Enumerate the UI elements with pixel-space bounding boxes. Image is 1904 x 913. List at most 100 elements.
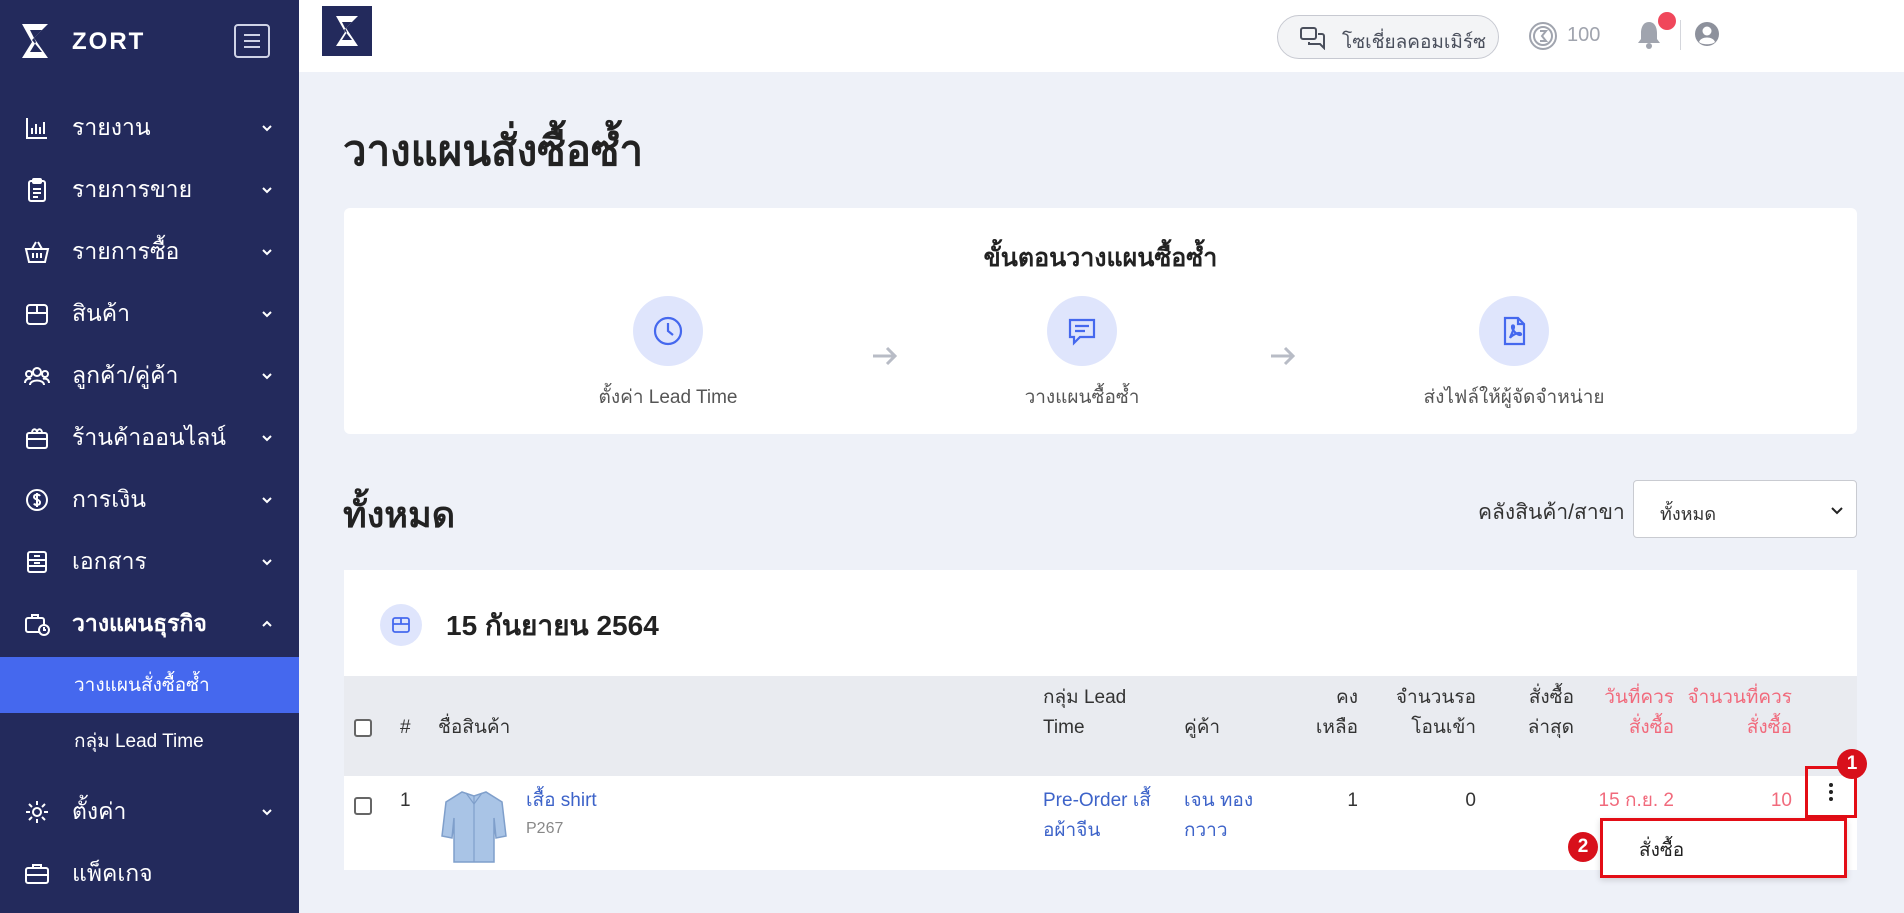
topbar: โซเชี่ยลคอมเมิร์ซ 100 bbox=[299, 0, 1904, 72]
dollar-icon bbox=[26, 489, 48, 511]
notification-dot bbox=[1658, 12, 1676, 30]
brand-name: ZORT bbox=[72, 28, 146, 55]
column-header-last-order-line2: ล่าสุด bbox=[1527, 717, 1574, 738]
sidebar-item-finance[interactable]: การเงิน bbox=[0, 469, 299, 531]
users-icon bbox=[24, 367, 50, 386]
step-send-file: ส่งไฟล์ให้ผู้จัดจำหน่าย bbox=[1384, 296, 1644, 412]
arrow-right-icon bbox=[873, 346, 898, 366]
steps-card: ขั้นตอนวางแผนซื้อซ้ำ ตั้งค่า Lead Time ว… bbox=[344, 208, 1857, 434]
step-reorder-plan: วางแผนซื้อซ้ำ bbox=[952, 296, 1212, 412]
sidebar-item-sales[interactable]: รายการขาย bbox=[0, 159, 299, 221]
warehouse-filter-select[interactable]: ทั้งหมด bbox=[1633, 480, 1857, 538]
sidebar-item-products[interactable]: สินค้า bbox=[0, 283, 299, 345]
store-icon bbox=[26, 428, 48, 449]
sidebar-item-package[interactable]: แพ็คเกจ bbox=[0, 843, 299, 905]
chevron-down-icon bbox=[262, 249, 272, 256]
sidebar-item-settings[interactable]: ตั้งค่า bbox=[0, 781, 299, 843]
order-qty: 10 bbox=[1770, 790, 1792, 811]
chevron-down-icon bbox=[262, 187, 272, 194]
chevron-down-icon bbox=[262, 125, 272, 132]
column-header-incoming-line2: โอนเข้า bbox=[1411, 717, 1476, 738]
table-header: # ชื่อสินค้า กลุ่ม Lead Time คู่ค้า คง เ… bbox=[344, 676, 1857, 776]
steps-title: ขั้นตอนวางแผนซื้อซ้ำ bbox=[983, 244, 1218, 272]
column-header-order-date: วันที่ควร bbox=[1604, 687, 1674, 708]
incoming-qty: 0 bbox=[1465, 790, 1476, 811]
column-header-remaining: คง bbox=[1336, 687, 1358, 708]
column-header-lead-group: กลุ่ม Lead bbox=[1043, 687, 1127, 708]
sidebar-item-business-plan[interactable]: วางแผนธุรกิจ bbox=[0, 593, 299, 655]
bar-chart-icon bbox=[26, 118, 47, 139]
step-label: ส่งไฟล์ให้ผู้จัดจำหน่าย bbox=[1423, 387, 1605, 408]
chat-icon bbox=[1300, 27, 1325, 50]
sidebar-item-label: การเงิน bbox=[72, 486, 147, 512]
sidebar-item-online-store[interactable]: ร้านค้าออนไลน์ bbox=[0, 407, 299, 469]
section-title: ทั้งหมด bbox=[343, 494, 456, 535]
lead-group-link-line2[interactable]: อผ้าจีน bbox=[1043, 816, 1100, 846]
sidebar-item-documents[interactable]: เอกสาร bbox=[0, 531, 299, 593]
chevron-up-icon bbox=[262, 620, 272, 627]
avatar-icon[interactable] bbox=[1694, 21, 1720, 47]
page-title: วางแผนสั่งซื้อซ้ำ bbox=[343, 127, 644, 174]
column-header-vendor: คู่ค้า bbox=[1184, 717, 1221, 738]
select-all-checkbox[interactable] bbox=[354, 719, 372, 737]
arrow-right-icon bbox=[1271, 346, 1296, 366]
group-date: 15 กันยายน 2564 bbox=[446, 610, 659, 641]
vendor-link[interactable]: เจน ทอง bbox=[1184, 786, 1253, 816]
sidebar-subitem-label: กลุ่ม Lead Time bbox=[74, 731, 204, 752]
sidebar-item-purchases[interactable]: รายการซื้อ bbox=[0, 221, 299, 283]
sidebar-item-reports[interactable]: รายงาน bbox=[0, 97, 299, 159]
message-icon bbox=[1068, 318, 1096, 346]
basket-icon bbox=[24, 241, 50, 263]
step-label: ตั้งค่า Lead Time bbox=[598, 387, 738, 408]
topbar-divider bbox=[1680, 20, 1681, 50]
warehouse-filter-value: ทั้งหมด bbox=[1660, 504, 1717, 524]
clipboard-icon bbox=[28, 178, 46, 202]
sidebar: ZORT รายงาน รายการขาย รายการซื้อ สินค้า … bbox=[0, 0, 299, 913]
vendor-link-line2[interactable]: กวาว bbox=[1184, 816, 1228, 846]
social-commerce-label: โซเชี่ยลคอมเมิร์ซ bbox=[1342, 32, 1487, 53]
sidebar-item-label: สินค้า bbox=[72, 300, 131, 326]
menu-toggle-button[interactable] bbox=[234, 24, 270, 58]
social-commerce-button[interactable]: โซเชี่ยลคอมเมิร์ซ bbox=[1277, 15, 1499, 59]
chevron-down-icon bbox=[262, 311, 272, 318]
sidebar-subitem-lead-time-group[interactable]: กลุ่ม Lead Time bbox=[0, 713, 299, 769]
pdf-file-icon bbox=[1503, 316, 1526, 346]
step-lead-time: ตั้งค่า Lead Time bbox=[538, 296, 798, 412]
sidebar-item-label: ร้านค้าออนไลน์ bbox=[72, 424, 227, 450]
credit-balance[interactable]: 100 bbox=[1567, 24, 1600, 47]
clock-icon bbox=[653, 316, 683, 346]
order-date: 15 ก.ย. 2 bbox=[1598, 790, 1674, 811]
column-header-incoming: จำนวนรอ bbox=[1395, 687, 1476, 708]
brand[interactable]: ZORT bbox=[20, 18, 280, 64]
product-sku: P267 bbox=[526, 820, 564, 837]
sidebar-item-label: รายงาน bbox=[72, 114, 151, 140]
gear-icon bbox=[26, 801, 48, 823]
lead-group-link[interactable]: Pre-Order เสื้ bbox=[1043, 786, 1151, 816]
dropdown-item-purchase-order[interactable]: สั่งซื้อ bbox=[1639, 835, 1684, 865]
column-header-lead-group-line2: Time bbox=[1043, 717, 1085, 738]
chevron-down-icon bbox=[262, 435, 272, 442]
row-actions-dropdown: สั่งซื้อ bbox=[1600, 818, 1847, 878]
annotation-badge-1: 1 bbox=[1837, 749, 1867, 779]
product-name-link[interactable]: เสื้อ shirt bbox=[526, 786, 597, 816]
column-header-name: ชื่อสินค้า bbox=[438, 717, 511, 738]
zort-logo-icon bbox=[22, 24, 48, 58]
group-box-icon bbox=[380, 604, 422, 646]
column-header-remaining-line2: เหลือ bbox=[1315, 717, 1358, 738]
chevron-down-icon bbox=[262, 497, 272, 504]
zort-logo-icon[interactable] bbox=[322, 6, 372, 56]
row-checkbox[interactable] bbox=[354, 797, 372, 815]
row-index: 1 bbox=[400, 790, 411, 811]
column-header-order-date-line2: สั่งซื้อ bbox=[1628, 717, 1674, 738]
chevron-down-icon bbox=[262, 373, 272, 380]
sidebar-item-customers[interactable]: ลูกค้า/คู่ค้า bbox=[0, 345, 299, 407]
column-header-order-qty: จำนวนที่ควร bbox=[1687, 687, 1792, 708]
annotation-badge-2: 2 bbox=[1568, 832, 1598, 862]
more-vertical-icon bbox=[1829, 783, 1833, 801]
briefcase-icon bbox=[25, 864, 49, 884]
chevron-down-icon bbox=[1831, 507, 1843, 515]
sidebar-subitem-reorder-plan[interactable]: วางแผนสั่งซื้อซ้ำ bbox=[0, 657, 299, 713]
chevron-down-icon bbox=[262, 559, 272, 566]
sidebar-item-label: ลูกค้า/คู่ค้า bbox=[72, 362, 179, 388]
sidebar-item-label: เอกสาร bbox=[72, 548, 147, 574]
